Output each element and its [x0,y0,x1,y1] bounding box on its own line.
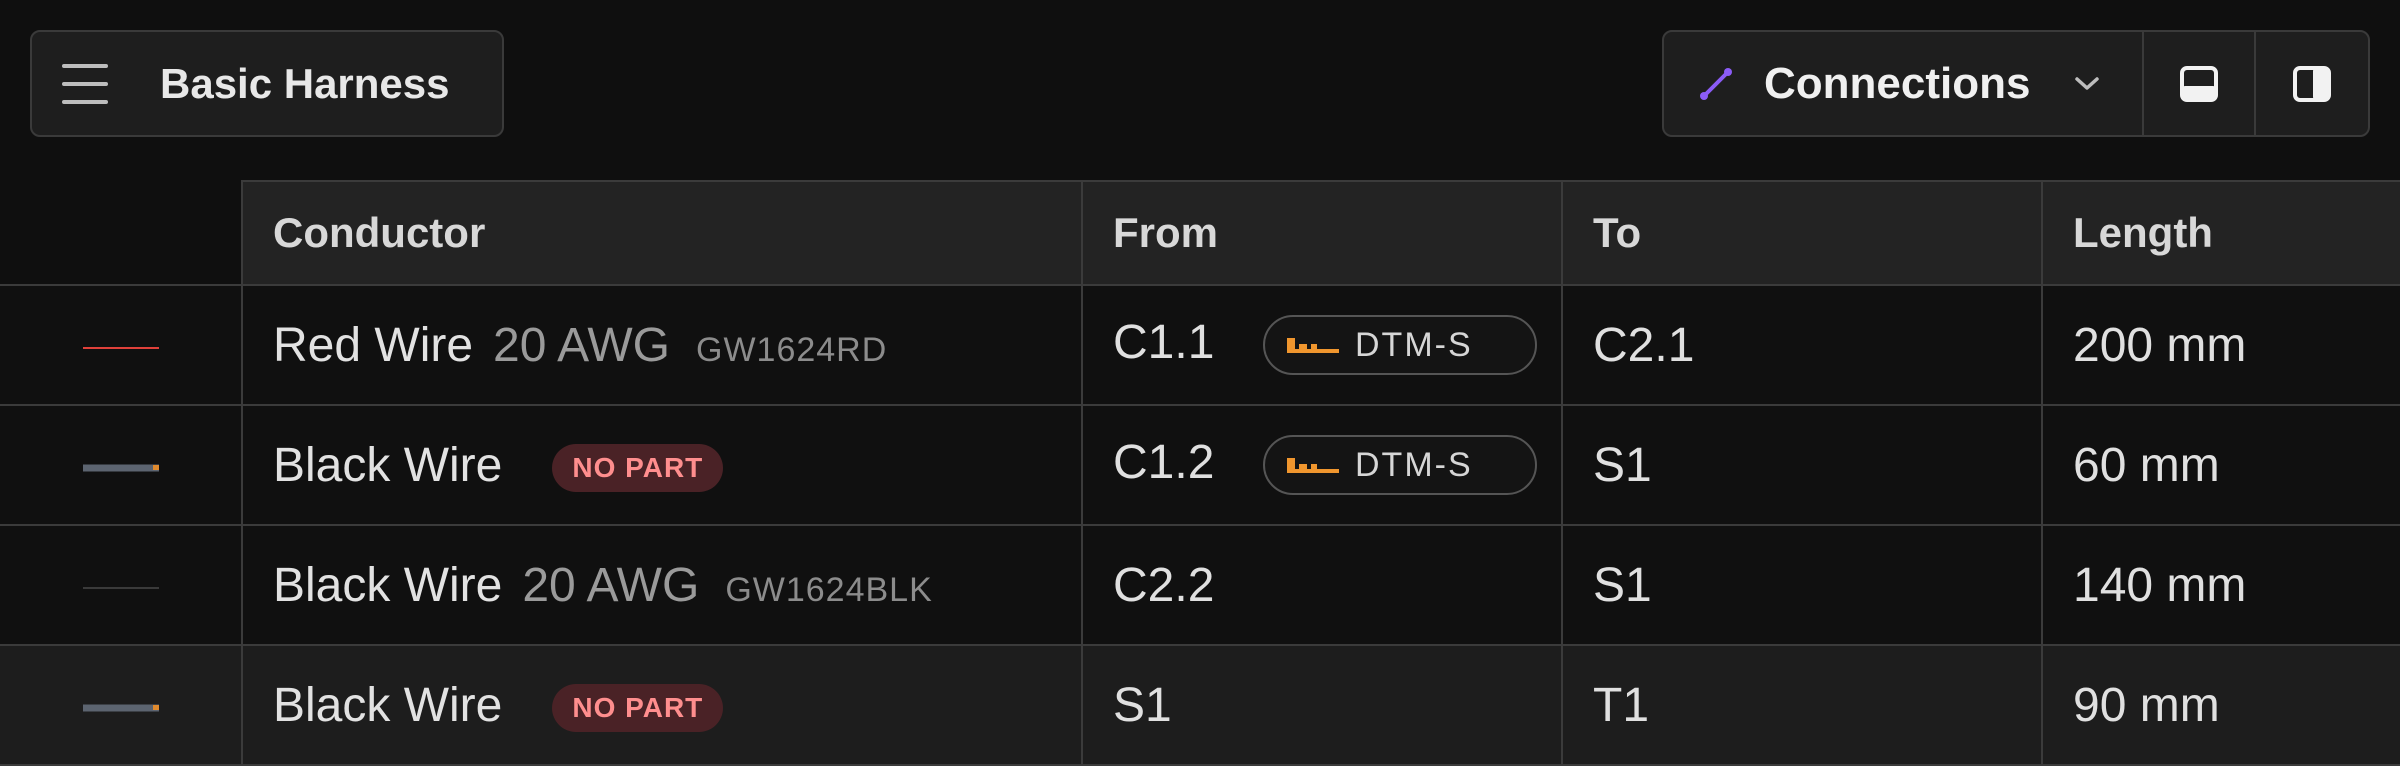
wire-swatch-cell [0,644,243,766]
column-header-from[interactable]: From [1081,180,1563,286]
from-pin: C1.1 [1113,315,1215,369]
table-header-row: Conductor From To Length [0,180,2400,286]
wire-color-swatch [82,586,159,589]
from-pin: C2.2 [1113,558,1215,612]
chevron-down-icon [2075,76,2100,90]
length-cell[interactable]: 60 mm [2041,404,2400,526]
connector-badge[interactable]: DTM-S [1263,435,1537,496]
view-select-label: Connections [1764,58,2031,108]
conductor-cell[interactable]: Red Wire 20 AWG GW1624RD [241,284,1083,406]
conductor-cell[interactable]: Black Wire 20 AWG GW1624BLK [241,524,1083,646]
from-pin: S1 [1113,678,1172,732]
wire-swatch-cell [0,404,243,526]
length-cell[interactable]: 90 mm [2041,644,2400,766]
table-row[interactable]: Black Wire NO PART S1 T1 90 mm [0,644,2400,766]
wire-swatch-cell [0,524,243,646]
table-row[interactable]: Black Wire 20 AWG GW1624BLK C2.2 S1 140 mm [0,524,2400,646]
panel-bottom-icon [2180,65,2218,102]
column-header-length[interactable]: Length [2041,180,2400,286]
view-controls: Connections [1662,30,2370,137]
column-header-conductor[interactable]: Conductor [241,180,1083,286]
wire-color-swatch [82,464,159,472]
to-cell[interactable]: T1 [1561,644,2043,766]
connector-shape-icon [1287,338,1339,354]
from-cell[interactable]: S1 [1081,644,1563,766]
wire-swatch-cell [0,284,243,406]
wire-name: Red Wire [273,318,474,372]
to-cell[interactable]: S1 [1561,404,2043,526]
wire-name: Black Wire [273,558,503,612]
wire-gauge: 20 AWG [522,558,700,612]
to-cell[interactable]: C2.1 [1561,284,2043,406]
from-cell[interactable]: C2.2 [1081,524,1563,646]
wire-color-swatch [82,704,159,712]
length-cell[interactable]: 200 mm [2041,284,2400,406]
length-cell[interactable]: 140 mm [2041,524,2400,646]
wire-color-swatch [82,346,159,349]
from-pin: C1.2 [1113,435,1215,489]
conductor-cell[interactable]: Black Wire NO PART [241,404,1083,526]
connector-label: DTM-S [1355,325,1473,364]
no-part-badge[interactable]: NO PART [552,443,724,492]
from-cell[interactable]: C1.1 DTM-S [1081,284,1563,406]
conductor-cell[interactable]: Black Wire NO PART [241,644,1083,766]
table-row[interactable]: Red Wire 20 AWG GW1624RD C1.1 DTM-S C2.1 200 m… [0,284,2400,406]
layout-bottom-panel-button[interactable] [2142,30,2256,137]
connection-line-icon [1700,67,1732,100]
table-row[interactable]: Black Wire NO PART C1.2 DTM-S S1 60 mm [0,404,2400,526]
wire-name: Black Wire [273,438,503,492]
wire-name: Black Wire [273,678,503,732]
part-number: GW1624RD [696,330,888,369]
file-title: Basic Harness [160,59,450,107]
swatch-header [0,181,243,286]
connector-shape-icon [1287,458,1339,474]
file-menu-button[interactable]: Basic Harness [30,30,504,137]
connector-label: DTM-S [1355,445,1473,484]
no-part-badge[interactable]: NO PART [552,683,724,732]
connections-table: Conductor From To Length Red Wire 20 AWG G… [0,180,2400,766]
from-cell[interactable]: C1.2 DTM-S [1081,404,1563,526]
part-number: GW1624BLK [725,570,933,609]
panel-right-icon [2293,65,2331,102]
to-cell[interactable]: S1 [1561,524,2043,646]
toolbar: Basic Harness Connections [0,0,2400,170]
wire-gauge: 20 AWG [493,318,670,372]
connector-badge[interactable]: DTM-S [1263,315,1537,376]
layout-right-panel-button[interactable] [2254,30,2370,137]
hamburger-icon [62,63,108,104]
view-select-dropdown[interactable]: Connections [1662,30,2144,137]
column-header-to[interactable]: To [1561,180,2043,286]
